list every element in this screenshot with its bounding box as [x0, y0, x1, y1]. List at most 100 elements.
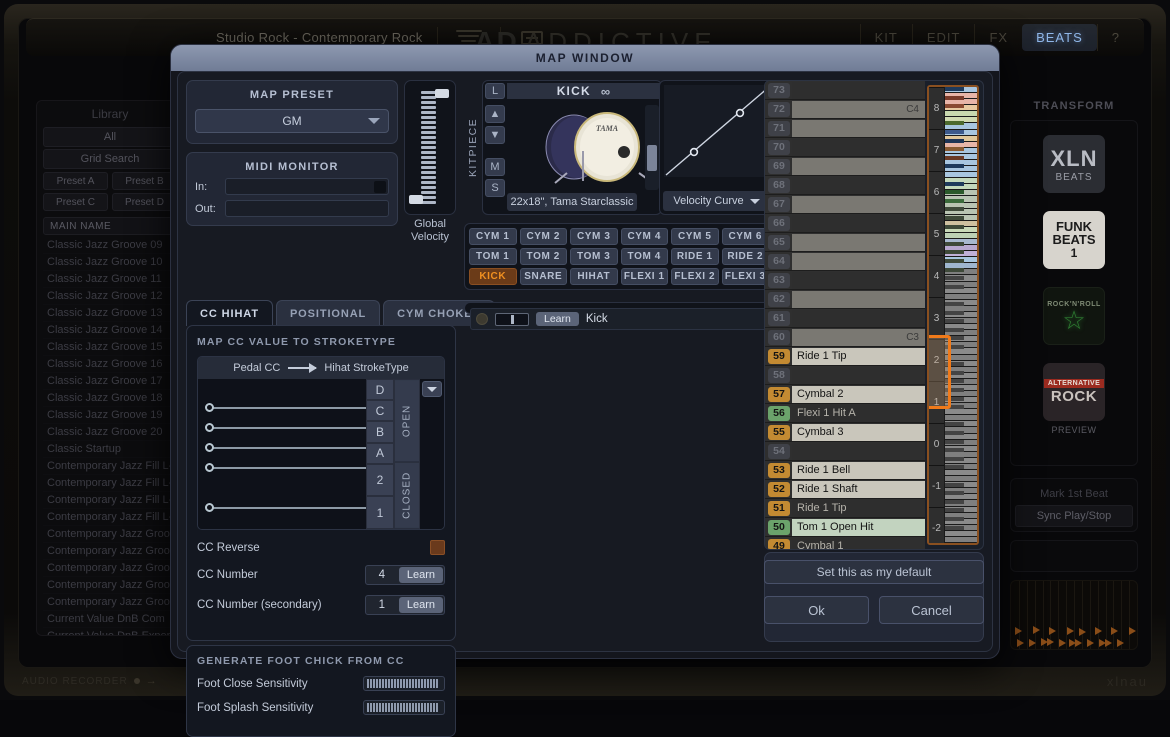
beat-grid[interactable] [1010, 580, 1138, 650]
library-list-item[interactable]: Contemporary Jazz Groo [43, 526, 177, 543]
mini-black-key[interactable] [945, 422, 965, 427]
stroke-label-c[interactable]: C [366, 400, 394, 422]
octave-marker[interactable]: 6 [929, 171, 944, 213]
mini-black-key[interactable] [945, 87, 965, 91]
kitpiece-button-tom-4[interactable]: TOM 4 [620, 248, 668, 265]
key-row[interactable]: 64 [765, 252, 925, 271]
grid-search-button[interactable]: Grid Search [43, 149, 177, 169]
velocity-curve-plot[interactable] [664, 85, 771, 177]
mini-black-key[interactable] [945, 491, 965, 496]
kitpiece-scrollbar[interactable] [645, 105, 659, 190]
mini-black-key[interactable] [945, 448, 965, 453]
library-list-item[interactable]: Contemporary Jazz Fill L- [43, 492, 177, 509]
library-list-item[interactable]: Classic Jazz Groove 13 [43, 305, 177, 322]
kitpiece-button-cym-4[interactable]: CYM 4 [620, 228, 668, 245]
mini-black-key[interactable] [945, 431, 965, 435]
mini-black-key[interactable] [945, 95, 965, 100]
kitpiece-button-tom-2[interactable]: TOM 2 [519, 248, 567, 265]
mini-black-key[interactable] [945, 147, 965, 152]
cancel-button[interactable]: Cancel [879, 596, 984, 624]
ok-button[interactable]: Ok [764, 596, 869, 624]
key-row[interactable]: 62 [765, 290, 925, 309]
beat-marker[interactable] [1067, 627, 1074, 635]
octave-marker[interactable]: -2 [929, 507, 944, 543]
kitpiece-button-cym-1[interactable]: CYM 1 [469, 228, 517, 245]
beat-marker[interactable] [1095, 627, 1102, 635]
stroketype-slider-knob[interactable] [205, 423, 214, 432]
cc-number-learn-button[interactable]: Learn [398, 567, 443, 583]
stroke-label-a[interactable]: A [366, 442, 394, 464]
key-row[interactable]: 49 Cymbal 1 [765, 537, 925, 549]
mini-black-key[interactable] [945, 284, 965, 289]
key-row[interactable]: 65 [765, 233, 925, 252]
beat-marker[interactable] [1033, 626, 1040, 634]
global-velocity-bottom-handle[interactable] [409, 195, 423, 204]
key-row[interactable]: 72 C4 [765, 100, 925, 119]
key-row[interactable]: 52 Ride 1 Shaft [765, 480, 925, 499]
cc-reverse-checkbox[interactable] [430, 540, 445, 555]
mini-black-key[interactable] [945, 198, 965, 203]
selected-octave-highlight[interactable] [929, 335, 951, 409]
map-row-learn-button[interactable]: Learn [536, 312, 579, 326]
sync-play-stop-button[interactable]: Sync Play/Stop [1015, 505, 1133, 527]
library-filter-all[interactable]: All [43, 127, 177, 147]
library-list-item[interactable]: Classic Jazz Groove 11 [43, 271, 177, 288]
mini-black-key[interactable] [945, 302, 965, 306]
library-list-item[interactable]: Classic Jazz Groove 17 [43, 373, 177, 390]
library-list-item[interactable]: Contemporary Jazz Fill L- [43, 509, 177, 526]
mini-black-key[interactable] [945, 276, 965, 281]
octave-column[interactable]: 8 7 6 5 4 3 2 1 0 -1 -2 [929, 87, 945, 543]
key-row[interactable]: 55 Cymbal 3 [765, 423, 925, 442]
stroke-label-b[interactable]: B [366, 421, 394, 443]
stroketype-slider-knob[interactable] [205, 443, 214, 452]
mini-black-key[interactable] [945, 250, 965, 255]
kitpiece-button-hihat[interactable]: HIHAT [570, 268, 618, 285]
kitpiece-button-cym-6[interactable]: CYM 6 [721, 228, 769, 245]
kitpiece-prev-button[interactable]: ▲ [485, 105, 505, 123]
library-list-item[interactable]: Classic Jazz Groove 19 [43, 407, 177, 424]
library-list-item[interactable]: Classic Jazz Groove 09 [43, 237, 177, 254]
nav-tab-help[interactable]: ? [1096, 24, 1134, 51]
library-list-item[interactable]: Contemporary Jazz Groo [43, 560, 177, 577]
preset-a-button[interactable]: Preset A [43, 172, 108, 190]
mini-black-key[interactable] [945, 508, 965, 513]
tile-rocknroll[interactable]: ROCK'N'ROLL ☆ [1043, 287, 1105, 345]
library-list-item[interactable]: Classic Jazz Groove 20 [43, 424, 177, 441]
preset-b-button[interactable]: Preset B [112, 172, 177, 190]
record-dot-icon[interactable] [133, 678, 140, 684]
beat-marker[interactable] [1105, 639, 1112, 647]
library-list[interactable]: Classic Jazz Groove 09 Classic Jazz Groov… [43, 237, 177, 635]
tab-cc-hihat[interactable]: CC HIHAT [186, 300, 273, 326]
dialog-titlebar[interactable]: MAP WINDOW [171, 45, 999, 71]
library-list-item[interactable]: Contemporary Jazz Fill L- [43, 458, 177, 475]
mini-black-key[interactable] [945, 310, 965, 315]
kitpiece-button-cym-5[interactable]: CYM 5 [671, 228, 719, 245]
mini-black-key[interactable] [945, 319, 965, 324]
octave-marker[interactable]: 0 [929, 423, 944, 465]
octave-marker[interactable]: -1 [929, 465, 944, 507]
mini-keyboard[interactable]: 8 7 6 5 4 3 2 1 0 -1 -2 [927, 85, 979, 545]
octave-marker[interactable]: 5 [929, 213, 944, 255]
mini-black-key[interactable] [945, 525, 965, 530]
library-list-item[interactable]: Classic Jazz Groove 16 [43, 356, 177, 373]
library-list-item[interactable]: Contemporary Jazz Groo [43, 577, 177, 594]
mini-black-key[interactable] [945, 482, 965, 487]
mini-black-key[interactable] [945, 138, 965, 143]
octave-marker[interactable]: 7 [929, 129, 944, 171]
map-preset-select[interactable]: GM [195, 109, 389, 133]
map-row[interactable]: Learn Kick [470, 308, 768, 330]
map-row-fader[interactable] [495, 312, 529, 326]
library-list-item[interactable]: Classic Jazz Groove 10 [43, 254, 177, 271]
key-row[interactable]: 73 [765, 81, 925, 100]
kitpiece-button-flexi-3[interactable]: FLEXI 3 [721, 268, 769, 285]
key-row[interactable]: 54 [765, 442, 925, 461]
beat-marker[interactable] [1079, 628, 1086, 636]
kitpiece-button-kick[interactable]: KICK [469, 268, 517, 285]
beat-marker[interactable] [1047, 638, 1054, 646]
library-list-item[interactable]: Classic Jazz Groove 14 [43, 322, 177, 339]
beat-marker[interactable] [1117, 639, 1124, 647]
mini-black-key[interactable] [945, 130, 965, 134]
velocity-curve-select[interactable]: Velocity Curve [663, 191, 770, 211]
mini-black-key[interactable] [945, 121, 965, 126]
kitpiece-button-tom-3[interactable]: TOM 3 [570, 248, 618, 265]
